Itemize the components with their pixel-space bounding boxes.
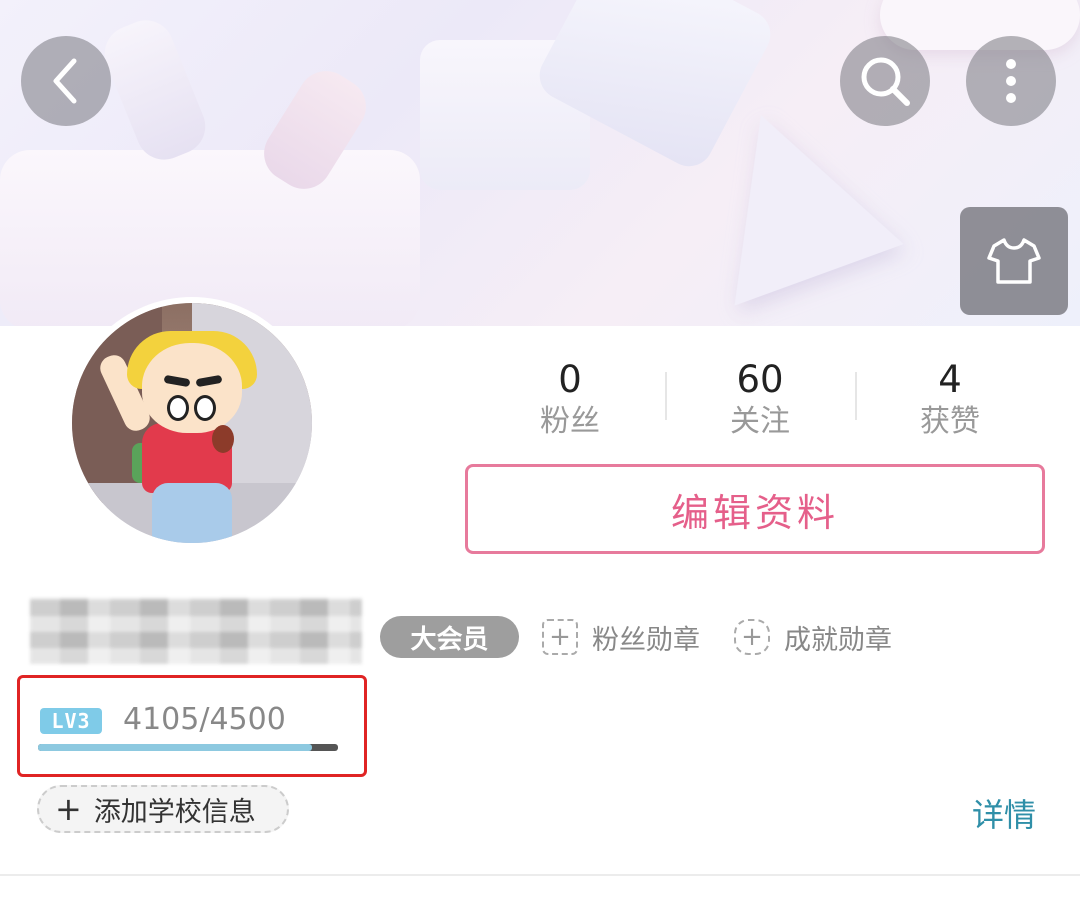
tshirt-icon bbox=[987, 238, 1041, 284]
search-icon bbox=[861, 57, 910, 106]
level-progress-bar bbox=[38, 744, 338, 751]
username-blurred bbox=[30, 598, 362, 664]
level-progress-fill bbox=[38, 744, 312, 751]
fans-count: 0 bbox=[558, 358, 582, 401]
likes-label: 获赞 bbox=[920, 404, 980, 439]
fans-medal-button[interactable]: + 粉丝勋章 bbox=[542, 617, 700, 657]
vip-badge[interactable]: 大会员 bbox=[380, 616, 519, 658]
level-highlight-box[interactable]: LV3 4105/4500 bbox=[17, 675, 367, 777]
profile-banner bbox=[0, 0, 1080, 326]
stat-fans[interactable]: 0 粉丝 bbox=[475, 358, 665, 442]
stat-likes[interactable]: 4 获赞 bbox=[855, 358, 1045, 442]
following-label: 关注 bbox=[730, 404, 790, 439]
plus-square-icon: + bbox=[542, 619, 578, 655]
more-button[interactable] bbox=[966, 36, 1056, 126]
fans-label: 粉丝 bbox=[540, 404, 600, 439]
fans-medal-label: 粉丝勋章 bbox=[592, 624, 700, 656]
plus-hexagon-icon: + bbox=[734, 619, 770, 655]
likes-count: 4 bbox=[938, 358, 962, 401]
achievement-medal-button[interactable]: + 成就勋章 bbox=[734, 617, 892, 657]
avatar-image bbox=[72, 303, 312, 543]
achievement-medal-label: 成就勋章 bbox=[784, 624, 892, 656]
back-button[interactable] bbox=[21, 36, 111, 126]
level-badge: LV3 bbox=[40, 708, 102, 734]
add-school-label: 添加学校信息 bbox=[93, 796, 256, 828]
more-vertical-icon bbox=[1006, 59, 1016, 103]
details-link[interactable]: 详情 bbox=[972, 790, 1036, 836]
following-count: 60 bbox=[736, 358, 784, 401]
add-school-button[interactable]: + 添加学校信息 bbox=[37, 785, 289, 833]
avatar[interactable] bbox=[66, 297, 318, 549]
banner-decoration bbox=[880, 0, 1080, 50]
search-button[interactable] bbox=[840, 36, 930, 126]
section-divider bbox=[0, 874, 1080, 876]
level-progress-text: 4105/4500 bbox=[123, 702, 286, 737]
plus-icon: + bbox=[55, 790, 82, 828]
edit-profile-button[interactable]: 编辑资料 bbox=[465, 464, 1045, 554]
stat-following[interactable]: 60 关注 bbox=[665, 358, 855, 442]
chevron-left-icon bbox=[53, 58, 77, 104]
dressup-button[interactable] bbox=[960, 207, 1068, 315]
banner-decoration bbox=[96, 11, 214, 169]
